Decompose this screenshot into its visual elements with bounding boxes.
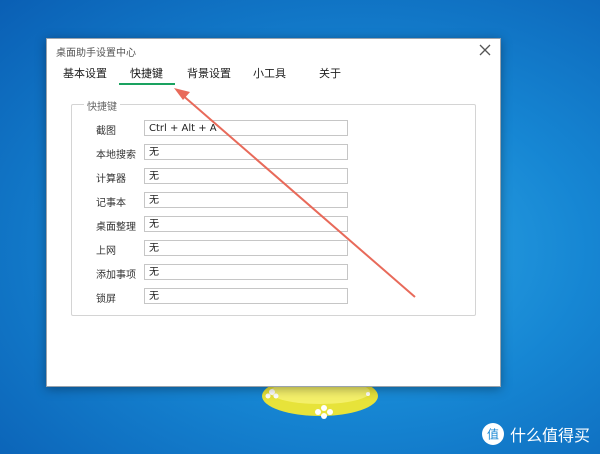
svg-text:值: 值 <box>487 427 499 442</box>
group-title: 快捷键 <box>84 98 120 113</box>
shortcut-input-calculator[interactable]: 无 <box>144 168 348 184</box>
settings-dialog: 桌面助手设置中心 基本设置 快捷键 背景设置 小工具 关于 快捷键 截图 Ctr… <box>46 38 501 387</box>
shortcuts-group: 快捷键 截图 Ctrl + Alt + A 本地搜索 无 计算器 无 记事本 无… <box>71 98 476 316</box>
shortcut-input-local-search[interactable]: 无 <box>144 144 348 160</box>
shortcut-input-desktop-organize[interactable]: 无 <box>144 216 348 232</box>
tab-about[interactable]: 关于 <box>319 65 341 81</box>
shortcut-row-browse: 上网 无 <box>72 240 475 258</box>
shortcut-row-calculator: 计算器 无 <box>72 168 475 186</box>
window-title: 桌面助手设置中心 <box>56 48 136 59</box>
shortcut-input-browse[interactable]: 无 <box>144 240 348 256</box>
desktop-wallpaper-flower <box>262 378 378 419</box>
shortcut-row-local-search: 本地搜索 无 <box>72 144 475 162</box>
tab-shortcuts[interactable]: 快捷键 <box>130 65 163 81</box>
shortcut-row-screenshot: 截图 Ctrl + Alt + A <box>72 120 475 138</box>
shortcut-label: 上网 <box>96 246 116 257</box>
shortcut-label: 本地搜索 <box>96 150 136 161</box>
shortcut-label: 计算器 <box>96 174 126 185</box>
tab-bar: 基本设置 快捷键 背景设置 小工具 关于 <box>47 65 500 87</box>
shortcut-input-lock-screen[interactable]: 无 <box>144 288 348 304</box>
watermark-logo-icon: 值 <box>481 423 504 445</box>
shortcut-label: 记事本 <box>96 198 126 209</box>
shortcut-row-lock-screen: 锁屏 无 <box>72 288 475 306</box>
watermark: 值 什么值得买 <box>481 422 590 446</box>
shortcut-input-notepad[interactable]: 无 <box>144 192 348 208</box>
shortcut-row-add-task: 添加事项 无 <box>72 264 475 282</box>
tab-background-settings[interactable]: 背景设置 <box>187 65 231 81</box>
shortcut-label: 锁屏 <box>96 294 116 305</box>
tab-basic-settings[interactable]: 基本设置 <box>63 65 107 81</box>
shortcut-input-add-task[interactable]: 无 <box>144 264 348 280</box>
shortcut-input-screenshot[interactable]: Ctrl + Alt + A <box>144 120 348 136</box>
shortcut-row-desktop-organize: 桌面整理 无 <box>72 216 475 234</box>
shortcut-label: 桌面整理 <box>96 222 136 233</box>
shortcut-label: 截图 <box>96 126 116 137</box>
close-icon[interactable] <box>478 43 492 57</box>
tab-widgets[interactable]: 小工具 <box>253 65 286 81</box>
watermark-text: 什么值得买 <box>509 426 590 445</box>
active-tab-indicator <box>119 83 175 85</box>
shortcut-label: 添加事项 <box>96 270 136 281</box>
shortcut-row-notepad: 记事本 无 <box>72 192 475 210</box>
